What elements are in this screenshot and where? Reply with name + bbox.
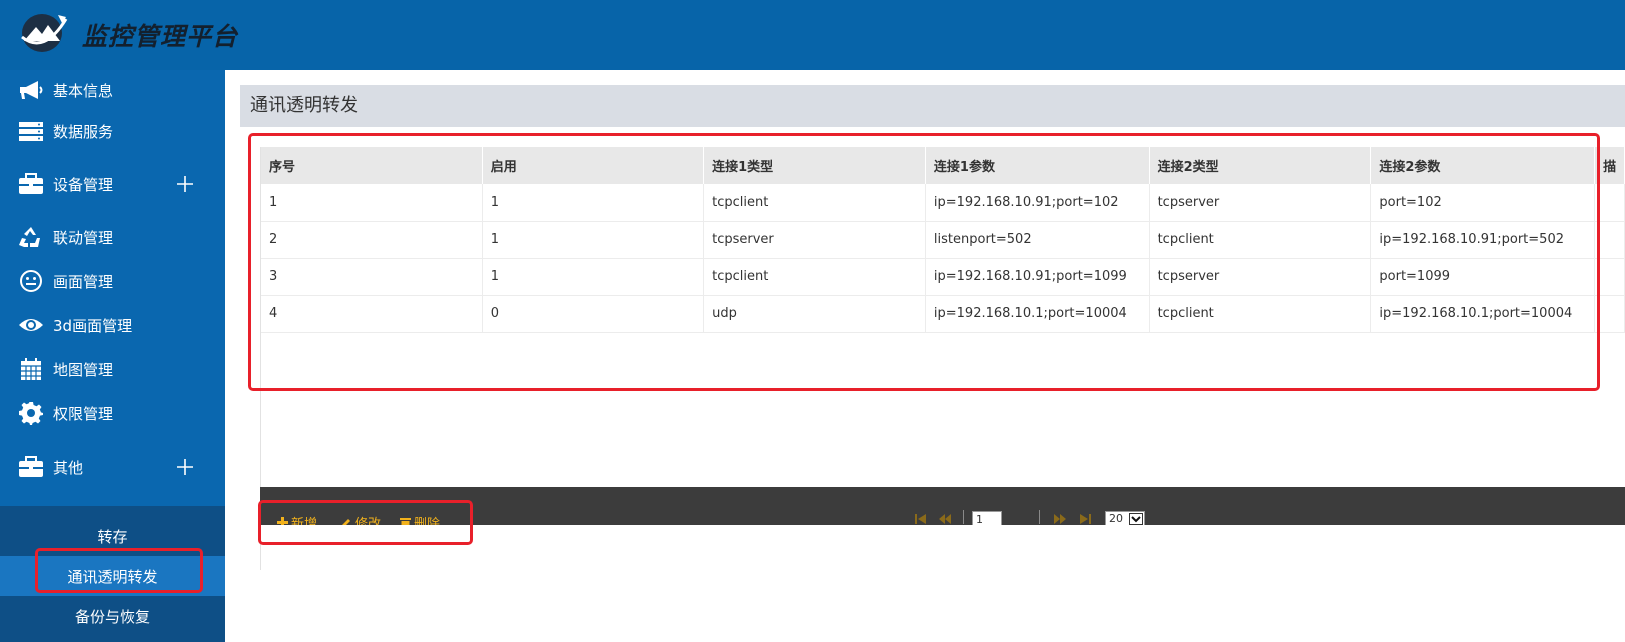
last-page-icon[interactable] — [1078, 513, 1092, 525]
first-page-icon[interactable] — [914, 513, 928, 525]
pager-separator — [963, 510, 964, 524]
sidebar-item-label: 画面管理 — [53, 272, 114, 291]
sidebar-item-screen-management[interactable]: 画面管理 — [0, 261, 225, 301]
briefcase-icon — [18, 171, 44, 197]
sidebar-item-device-management[interactable]: 设备管理 — [0, 164, 225, 204]
next-page-icon[interactable] — [1053, 513, 1067, 525]
highlight-grid-box — [248, 133, 1600, 391]
calendar-icon — [18, 356, 44, 382]
page-size-select[interactable]: 20 — [1105, 511, 1145, 525]
highlight-toolbar-box — [258, 500, 473, 545]
panel-title: 通讯透明转发 — [240, 85, 1625, 127]
recycle-icon — [18, 224, 44, 250]
page-size-value: 20 — [1109, 512, 1123, 525]
sidebar-item-label: 基本信息 — [53, 81, 114, 100]
sidebar-item-label: 数据服务 — [53, 122, 114, 141]
briefcase-icon — [18, 454, 44, 480]
expand-plus-icon[interactable] — [174, 173, 196, 195]
smiley-icon — [18, 268, 44, 294]
sidebar-item-label: 其他 — [53, 458, 84, 477]
sidebar-item-map-management[interactable]: 地图管理 — [0, 349, 225, 389]
gear-icon — [18, 400, 44, 426]
sidebar-item-label: 权限管理 — [53, 404, 114, 423]
sidebar-item-label: 设备管理 — [53, 175, 114, 194]
highlight-submenu-box — [35, 548, 203, 593]
sidebar-item-linkage-management[interactable]: 联动管理 — [0, 217, 225, 257]
eye-icon — [18, 312, 44, 338]
sidebar-item-label: 联动管理 — [53, 228, 114, 247]
chevron-down-icon — [1129, 513, 1143, 525]
pager-separator — [1039, 510, 1040, 524]
sidebar-item-label: 3d画面管理 — [53, 316, 133, 335]
sidebar-item-3d-screen-management[interactable]: 3d画面管理 — [0, 305, 225, 345]
expand-plus-icon[interactable] — [174, 456, 196, 478]
prev-page-icon[interactable] — [938, 513, 952, 525]
logo-icon — [21, 14, 68, 52]
server-icon — [18, 118, 44, 144]
submenu-item-backup-restore[interactable]: 备份与恢复 — [0, 596, 225, 636]
app-root: 监控管理平台 基本信息 数据服务 设备管理 联动管理 画面管理 3d画面管理 地… — [0, 0, 1625, 642]
page-number-input[interactable]: 1 — [972, 511, 1002, 525]
top-header: 监控管理平台 — [0, 0, 1625, 70]
sidebar-item-label: 地图管理 — [53, 360, 114, 379]
sidebar-item-permission-management[interactable]: 权限管理 — [0, 393, 225, 433]
sidebar-item-basic-info[interactable]: 基本信息 — [0, 70, 225, 110]
app-title: 监控管理平台 — [82, 22, 239, 51]
sidebar-item-data-service[interactable]: 数据服务 — [0, 111, 225, 151]
sidebar-item-other[interactable]: 其他 — [0, 447, 225, 487]
megaphone-icon — [18, 77, 44, 103]
